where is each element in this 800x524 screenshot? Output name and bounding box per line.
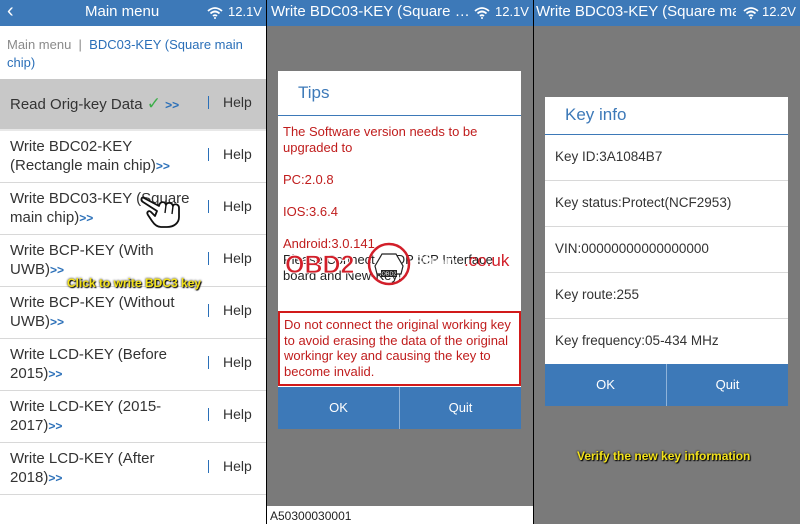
pc-version: PC:2.0.8 [283,172,334,187]
annotation-click-to-write: Click to write BDC3 key [67,276,202,290]
breadcrumb: Main menu | BDC03-KEY (Square main chip) [7,37,243,70]
ok-button[interactable]: OK [278,387,399,429]
svg-text:OBD2: OBD2 [382,272,397,278]
page-title: Main menu [85,3,160,20]
hand-pointer-icon [140,196,180,228]
battery-voltage: 12.1V [495,4,529,19]
menu-item-write-bdc03[interactable]: Write BDC03-KEY (Square main chip)>> Hel… [0,183,266,235]
menu-item-read-orig-key[interactable]: Read Orig-key Data ✓ >> Help [0,79,266,131]
write-bdc03-tips-screen: Write BDC03-KEY (Square main chip) 12.1V… [267,0,533,524]
check-icon: ✓ [146,94,161,113]
wifi-icon [474,7,490,19]
key-route-row: Key route:255 [545,273,788,319]
serial-number: A50300030001 [267,506,533,524]
header-bar: ‹ Main menu 12.1V [0,0,266,26]
wifi-icon [743,7,759,19]
menu-item-label: Read Orig-key Data ✓ >> [10,94,180,113]
dialog-buttons: OK Quit [545,364,788,406]
menu-item-write-bdc02[interactable]: Write BDC02-KEY (Rectangle main chip)>> … [0,131,266,183]
help-link[interactable]: Help [223,354,252,370]
annotation-verify-key: Verify the new key information [577,449,751,463]
help-link[interactable]: Help [223,198,252,214]
menu-item-label: Write BCP-KEY (With UWB)>> [10,242,154,278]
back-chevron-icon[interactable]: ‹ [7,0,14,23]
dialog-buttons: OK Quit [278,387,521,429]
wifi-icon [207,7,223,19]
help-link[interactable]: Help [223,458,252,474]
menu-item-label: Write BCP-KEY (Without UWB)>> [10,294,175,330]
battery-voltage: 12.2V [762,4,796,19]
ios-version: IOS:3.6.4 [283,204,338,219]
quit-button[interactable]: Quit [666,364,788,406]
warning-box: Do not connect the original working key … [278,311,521,386]
key-info-dialog: Key info Key ID:3A1084B7 Key status:Prot… [545,97,788,406]
write-bdc03-keyinfo-screen: Write BDC03-KEY (Square main chip) 12.2V… [534,0,800,524]
breadcrumb-root[interactable]: Main menu [7,37,71,52]
watermark-logo: OBD2 OBD2 Shop .co.uk [285,242,510,286]
menu-item-label: Write LCD-KEY (2015-2017)>> [10,398,162,434]
menu-item-write-lcd-2015-2017[interactable]: Write LCD-KEY (2015-2017)>> Help [0,391,266,443]
header-bar: Write BDC03-KEY (Square main chip) 12.1V [267,0,533,26]
menu-item-label: Write BDC02-KEY (Rectangle main chip)>> [10,138,170,174]
main-menu-screen: ‹ Main menu 12.1V Main menu | BDC03-KEY … [0,0,266,524]
upgrade-notice: The Software version needs to be upgrade… [283,124,478,155]
svg-text:.co.uk: .co.uk [464,251,510,270]
key-status-row: Key status:Protect(NCF2953) [545,181,788,227]
page-title: Write BDC03-KEY (Square main chip) [271,3,476,20]
help-link[interactable]: Help [223,94,252,110]
header-bar: Write BDC03-KEY (Square main chip) 12.2V [534,0,800,26]
vin-row: VIN:00000000000000000 [545,227,788,273]
menu-item-write-bcp-no-uwb[interactable]: Write BCP-KEY (Without UWB)>> Help [0,287,266,339]
menu-item-write-lcd-before-2015[interactable]: Write LCD-KEY (Before 2015)>> Help [0,339,266,391]
key-frequency-row: Key frequency:05-434 MHz [545,319,788,365]
menu-item-label: Write LCD-KEY (Before 2015)>> [10,346,167,382]
svg-text:OBD2: OBD2 [285,251,354,279]
help-link[interactable]: Help [223,250,252,266]
dialog-title: Tips [278,71,521,116]
key-id-row: Key ID:3A1084B7 [545,135,788,181]
battery-voltage: 12.1V [228,4,262,19]
dialog-title: Key info [545,97,788,135]
menu-item-write-lcd-after-2018[interactable]: Write LCD-KEY (After 2018)>> Help [0,443,266,495]
help-link[interactable]: Help [223,146,252,162]
menu-item-label: Write LCD-KEY (After 2018)>> [10,450,155,486]
help-link[interactable]: Help [223,302,252,318]
page-title: Write BDC03-KEY (Square main chip) [536,3,736,20]
ok-button[interactable]: OK [545,364,666,406]
help-link[interactable]: Help [223,406,252,422]
quit-button[interactable]: Quit [399,387,521,429]
svg-text:Shop: Shop [413,252,456,271]
